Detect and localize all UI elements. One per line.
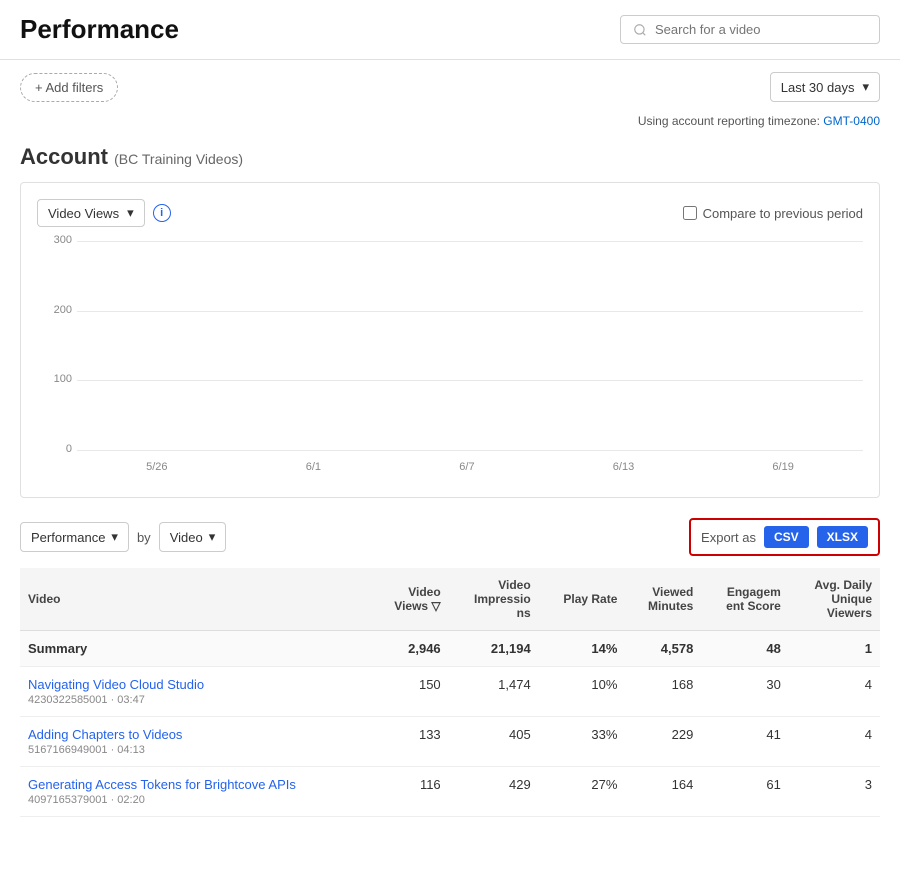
filters-row: + Add filters Last 30 days ▾: [0, 60, 900, 114]
row-impressions: 429: [449, 767, 539, 817]
summary-engagement: 48: [701, 631, 789, 667]
date-range-label: Last 30 days: [781, 80, 855, 95]
row-minutes: 168: [625, 667, 701, 717]
summary-views: 2,946: [371, 631, 448, 667]
add-filters-button[interactable]: + Add filters: [20, 73, 118, 102]
date-range-select[interactable]: Last 30 days ▾: [770, 72, 880, 102]
summary-playrate: 14%: [539, 631, 626, 667]
search-input[interactable]: [655, 22, 867, 37]
page-title: Performance: [20, 14, 179, 45]
chart-container: Video Views ▾ i Compare to previous peri…: [20, 182, 880, 498]
video-link[interactable]: Generating Access Tokens for Brightcove …: [28, 777, 296, 792]
table-body: Summary 2,946 21,194 14% 4,578 48 1 Navi…: [20, 631, 880, 817]
col-minutes[interactable]: ViewedMinutes: [625, 568, 701, 631]
compare-checkbox-input[interactable]: [683, 206, 697, 220]
col-engagement[interactable]: Engagement Score: [701, 568, 789, 631]
timezone-label: Using account reporting timezone:: [638, 114, 820, 128]
summary-impressions: 21,194: [449, 631, 539, 667]
chart-header: Video Views ▾ i Compare to previous peri…: [37, 199, 863, 227]
video-meta: 4230322585001 · 03:47: [28, 694, 363, 706]
row-engagement: 61: [701, 767, 789, 817]
summary-minutes: 4,578: [625, 631, 701, 667]
chart-metric-select[interactable]: Video Views ▾: [37, 199, 145, 227]
x-label-619: 6/19: [772, 461, 793, 473]
chevron-down-icon: ▾: [127, 205, 134, 221]
x-label-613: 6/13: [613, 461, 634, 473]
col-playrate[interactable]: Play Rate: [539, 568, 626, 631]
row-playrate: 27%: [539, 767, 626, 817]
export-csv-button[interactable]: CSV: [764, 526, 809, 548]
video-meta: 4097165379001 · 02:20: [28, 794, 363, 806]
row-views: 133: [371, 717, 448, 767]
table-controls-left: Performance ▾ by Video ▾: [20, 522, 226, 552]
video-cell: Adding Chapters to Videos 5167166949001 …: [20, 717, 371, 767]
col-views[interactable]: VideoViews ▽: [371, 568, 448, 631]
row-playrate: 33%: [539, 717, 626, 767]
chevron-down-icon: ▾: [111, 529, 118, 545]
bars-area: [77, 241, 863, 451]
export-xlsx-button[interactable]: XLSX: [817, 526, 868, 548]
account-subtitle: (BC Training Videos): [114, 151, 243, 167]
info-icon[interactable]: i: [153, 204, 171, 222]
row-views: 116: [371, 767, 448, 817]
account-heading: Account (BC Training Videos): [0, 136, 900, 182]
table-row: Adding Chapters to Videos 5167166949001 …: [20, 717, 880, 767]
table-header: Video VideoViews ▽ VideoImpressions Play…: [20, 568, 880, 631]
row-avgdaily: 4: [789, 667, 880, 717]
bar-chart: 300 200 100 0 5/26 6/1 6/7 6/13 6/19: [37, 241, 863, 481]
chevron-down-icon: ▾: [209, 529, 216, 545]
row-avgdaily: 3: [789, 767, 880, 817]
row-impressions: 1,474: [449, 667, 539, 717]
timezone-row: Using account reporting timezone: GMT-04…: [0, 114, 900, 136]
dimension-label: Video: [170, 530, 203, 545]
row-minutes: 164: [625, 767, 701, 817]
col-impressions[interactable]: VideoImpressions: [449, 568, 539, 631]
video-link[interactable]: Adding Chapters to Videos: [28, 727, 182, 742]
table-controls: Performance ▾ by Video ▾ Export as CSV X…: [20, 518, 880, 556]
x-label-61: 6/1: [306, 461, 321, 473]
metric-select[interactable]: Performance ▾: [20, 522, 129, 552]
x-label-67: 6/7: [459, 461, 474, 473]
search-bar[interactable]: [620, 15, 880, 44]
col-video[interactable]: Video: [20, 568, 371, 631]
video-cell: Generating Access Tokens for Brightcove …: [20, 767, 371, 817]
row-minutes: 229: [625, 717, 701, 767]
export-area: Export as CSV XLSX: [689, 518, 880, 556]
video-meta: 5167166949001 · 04:13: [28, 744, 363, 756]
col-avgdaily[interactable]: Avg. DailyUniqueViewers: [789, 568, 880, 631]
row-views: 150: [371, 667, 448, 717]
x-labels: 5/26 6/1 6/7 6/13 6/19: [77, 453, 863, 481]
row-engagement: 41: [701, 717, 789, 767]
export-label: Export as: [701, 530, 756, 545]
by-label: by: [137, 530, 151, 545]
summary-row: Summary 2,946 21,194 14% 4,578 48 1: [20, 631, 880, 667]
table-row: Generating Access Tokens for Brightcove …: [20, 767, 880, 817]
chart-metric-label: Video Views: [48, 206, 119, 221]
compare-checkbox[interactable]: Compare to previous period: [683, 206, 863, 221]
row-avgdaily: 4: [789, 717, 880, 767]
table-row: Navigating Video Cloud Studio 4230322585…: [20, 667, 880, 717]
timezone-link[interactable]: GMT-0400: [823, 114, 880, 128]
data-table: Video VideoViews ▽ VideoImpressions Play…: [20, 568, 880, 817]
table-section: Performance ▾ by Video ▾ Export as CSV X…: [0, 518, 900, 817]
page-header: Performance: [0, 0, 900, 60]
compare-label: Compare to previous period: [703, 206, 863, 221]
video-cell: Navigating Video Cloud Studio 4230322585…: [20, 667, 371, 717]
video-link[interactable]: Navigating Video Cloud Studio: [28, 677, 204, 692]
row-playrate: 10%: [539, 667, 626, 717]
row-impressions: 405: [449, 717, 539, 767]
search-icon: [633, 23, 647, 37]
x-label-526: 5/26: [146, 461, 167, 473]
account-title: Account: [20, 144, 108, 169]
dimension-select[interactable]: Video ▾: [159, 522, 227, 552]
row-engagement: 30: [701, 667, 789, 717]
summary-label: Summary: [20, 631, 371, 667]
summary-avgdaily: 1: [789, 631, 880, 667]
metric-select-label: Performance: [31, 530, 105, 545]
chevron-down-icon: ▾: [862, 79, 869, 95]
